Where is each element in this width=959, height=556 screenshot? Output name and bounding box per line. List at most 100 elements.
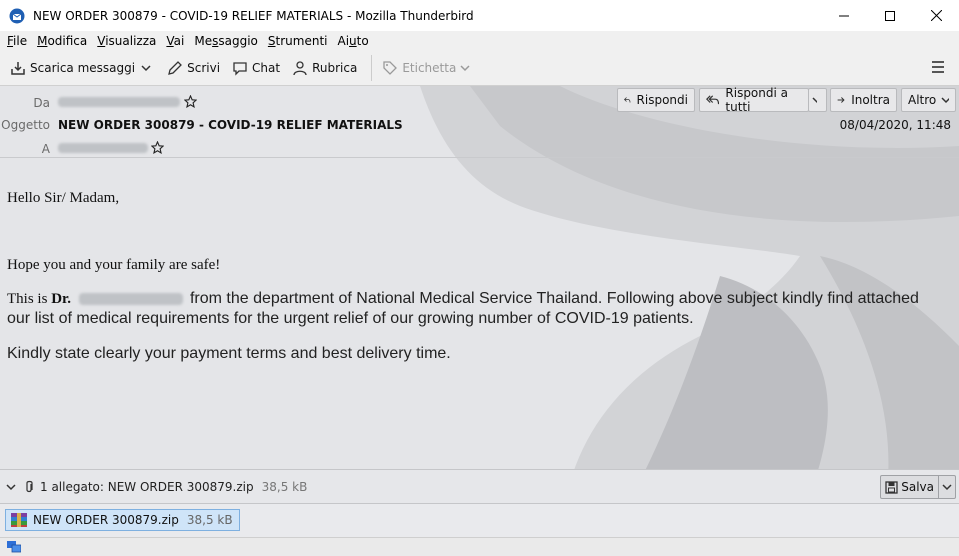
attachment-name: NEW ORDER 300879.zip xyxy=(33,513,179,527)
star-icon[interactable] xyxy=(151,141,164,154)
close-icon xyxy=(930,10,942,21)
status-bar xyxy=(0,537,959,556)
tag-icon xyxy=(383,61,398,75)
save-attachments-button[interactable]: Salva xyxy=(880,475,956,499)
sender-address[interactable] xyxy=(58,97,180,107)
greeting-text: Hello Sir/ Madam, xyxy=(7,190,120,206)
thunderbird-icon xyxy=(9,8,25,23)
menu-accelerator-letter: V xyxy=(166,34,174,48)
chat-label: Chat xyxy=(252,61,281,75)
menu-accelerator-letter: M xyxy=(37,34,48,48)
subject-label: Oggetto xyxy=(1,118,50,132)
menu-label-part: ai xyxy=(173,34,185,48)
star-icon[interactable] xyxy=(184,95,197,108)
menu-item-aiuto[interactable]: Aiuto xyxy=(332,34,373,48)
menu-item-messaggio[interactable]: Messaggio xyxy=(189,34,263,48)
attachment-list: NEW ORDER 300879.zip 38,5 kB xyxy=(0,503,959,537)
menu-item-file[interactable]: File xyxy=(2,34,32,48)
attachment-item[interactable]: NEW ORDER 300879.zip 38,5 kB xyxy=(5,509,240,531)
chevron-down-icon xyxy=(460,65,470,72)
menu-label-part: Me xyxy=(194,34,213,48)
menu-label-part: saggio xyxy=(218,34,258,48)
write-button[interactable]: Scrivi xyxy=(163,55,224,81)
more-button[interactable]: Altro xyxy=(901,88,956,112)
menu-label-part: isualizza xyxy=(105,34,157,48)
get-messages-label: Scarica messaggi xyxy=(30,61,136,75)
redacted-name xyxy=(78,292,183,305)
minimize-button[interactable] xyxy=(821,0,867,31)
close-button[interactable] xyxy=(913,0,959,31)
body-prefix: This is xyxy=(7,291,52,307)
chat-icon xyxy=(233,62,247,76)
toolbar-separator xyxy=(371,55,373,81)
message-subject: NEW ORDER 300879 - COVID-19 RELIEF MATER… xyxy=(58,118,403,132)
maximize-icon xyxy=(885,10,895,21)
from-label: Da xyxy=(33,96,50,110)
reply-icon xyxy=(624,97,631,103)
reply-all-dropdown[interactable] xyxy=(808,88,827,112)
save-label: Salva xyxy=(901,480,934,494)
window-title: NEW ORDER 300879 - COVID-19 RELIEF MATER… xyxy=(33,8,474,23)
to-label: A xyxy=(41,142,50,156)
body-paragraph: This is Dr. from the department of Natio… xyxy=(7,289,937,328)
menu-label-part: odifica xyxy=(47,34,88,48)
chevron-down-icon xyxy=(941,97,949,104)
menu-bar: File Modifica Visualizza Vai Messaggio Strume… xyxy=(0,31,959,51)
message-pane: Da Oggetto NEW ORDER 300879 - COVID-19 R… xyxy=(0,86,959,556)
window-titlebar: NEW ORDER 300879 - COVID-19 RELIEF MATER… xyxy=(0,0,959,31)
menu-label-part: ile xyxy=(13,34,28,48)
reply-all-icon xyxy=(706,95,720,105)
attachment-bar[interactable]: 1 allegato: NEW ORDER 300879.zip 38,5 kB… xyxy=(0,469,959,503)
save-button[interactable]: Salva xyxy=(881,476,939,498)
menu-item-vai[interactable]: Vai xyxy=(161,34,189,48)
address-book-button[interactable]: Rubrica xyxy=(288,55,361,81)
message-body: Hello Sir/ Madam, Hope you and your fami… xyxy=(7,190,937,363)
download-icon xyxy=(11,62,25,75)
paperclip-icon xyxy=(26,480,33,492)
menu-accelerator-letter: u xyxy=(349,34,357,48)
forward-arrow-icon xyxy=(837,97,845,103)
maximize-button[interactable] xyxy=(867,0,913,31)
main-toolbar: Scarica messaggi Scrivi Chat Rubrica Eti… xyxy=(0,51,959,86)
zip-archive-icon xyxy=(11,513,27,527)
pencil-icon xyxy=(168,61,183,75)
menu-item-modifica[interactable]: Modifica xyxy=(32,34,92,48)
reply-all-label: Rispondi a tutti xyxy=(725,86,788,114)
message-date: 08/04/2020, 11:48 xyxy=(839,118,951,132)
app-menu-icon[interactable] xyxy=(931,60,945,74)
reply-button[interactable]: Rispondi xyxy=(617,88,695,112)
menu-accelerator-letter: S xyxy=(267,34,276,48)
tag-label: Etichetta xyxy=(402,61,457,75)
write-label: Scrivi xyxy=(187,61,221,75)
chevron-down-icon xyxy=(141,65,151,72)
reply-all-button[interactable]: Rispondi a tutti xyxy=(699,86,809,114)
menu-label-part: Ai xyxy=(337,34,350,48)
address-book-label: Rubrica xyxy=(312,61,358,75)
contacts-icon xyxy=(293,61,307,76)
tag-button[interactable]: Etichetta xyxy=(378,55,478,81)
save-dropdown[interactable] xyxy=(939,476,955,498)
more-label: Altro xyxy=(908,93,937,107)
forward-button[interactable]: Inoltra xyxy=(830,88,897,112)
save-icon xyxy=(885,480,898,494)
reply-label: Rispondi xyxy=(636,93,688,107)
doctor-title: Dr. xyxy=(51,291,72,307)
menu-item-visualizza[interactable]: Visualizza xyxy=(92,34,161,48)
message-header: Da Oggetto NEW ORDER 300879 - COVID-19 R… xyxy=(0,86,959,158)
attachment-total-size: 38,5 kB xyxy=(261,479,308,494)
minimize-icon xyxy=(839,15,849,16)
recipient-address[interactable] xyxy=(58,143,148,153)
get-messages-button[interactable]: Scarica messaggi xyxy=(6,55,159,81)
menu-item-strumenti[interactable]: Strumenti xyxy=(263,34,333,48)
chat-button[interactable]: Chat xyxy=(228,55,284,81)
online-status-icon[interactable] xyxy=(7,541,21,553)
chevron-down-icon xyxy=(812,97,817,104)
forward-label: Inoltra xyxy=(851,93,890,107)
body-line-safe: Hope you and your family are safe! xyxy=(7,257,221,273)
chevron-down-icon[interactable] xyxy=(6,482,16,492)
attachment-summary: 1 allegato: NEW ORDER 300879.zip xyxy=(40,479,254,494)
menu-label-part: to xyxy=(356,34,369,48)
body-line-terms: Kindly state clearly your payment terms … xyxy=(7,345,451,362)
menu-label-part: trumenti xyxy=(275,34,328,48)
attachment-size: 38,5 kB xyxy=(186,513,233,527)
